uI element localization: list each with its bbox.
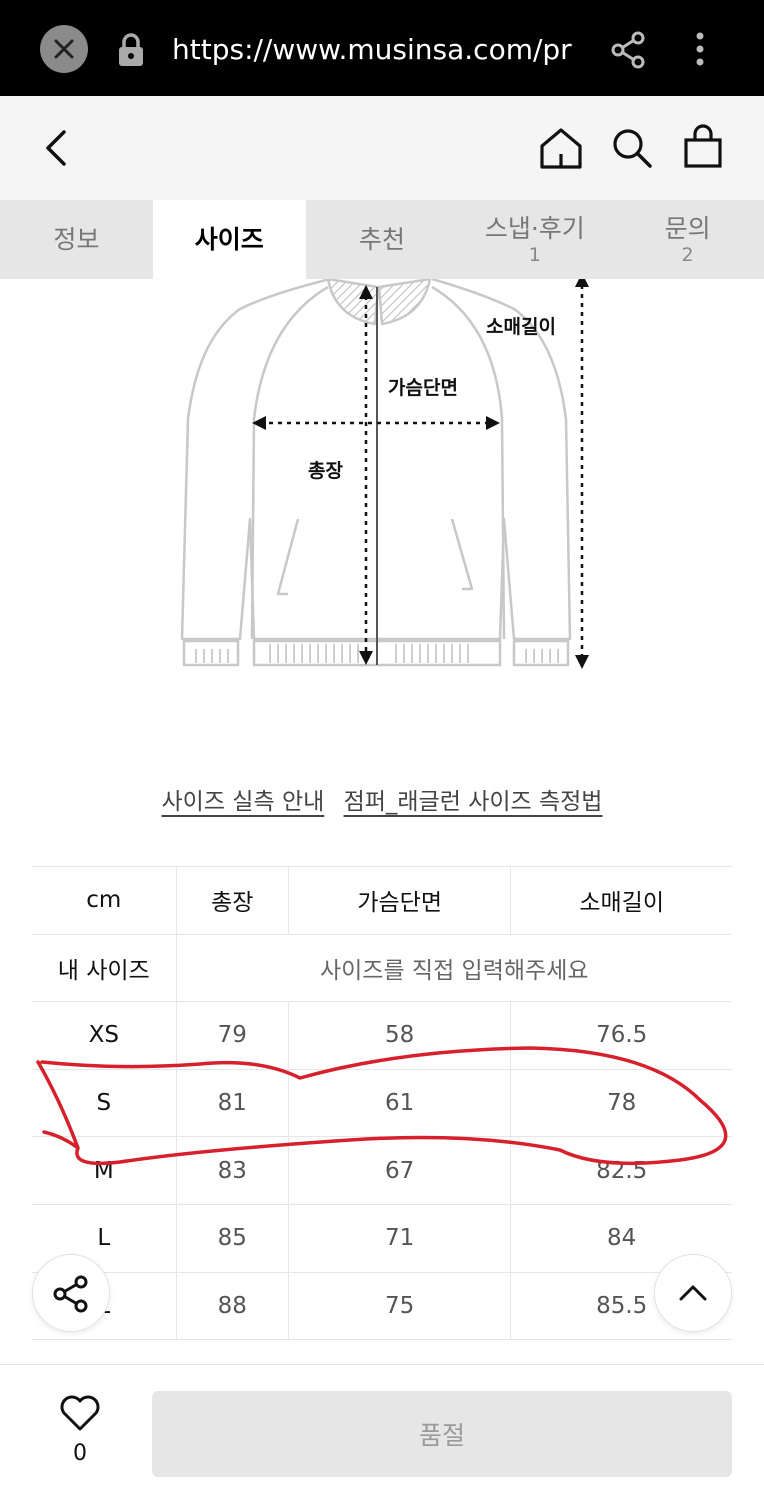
value-cell: 58 (287, 1001, 511, 1070)
size-guide-link[interactable]: 사이즈 실측 안내 (162, 789, 325, 815)
value-cell: 75 (287, 1271, 511, 1341)
tab-label: 문의 (664, 213, 711, 243)
chest-width-label: 가슴단면 (388, 377, 458, 399)
heart-icon (60, 1395, 100, 1431)
value-cell: 76.5 (510, 1001, 732, 1070)
like-count: 0 (73, 1441, 87, 1466)
url-text[interactable]: https://www.musinsa.com/pr (172, 28, 580, 72)
size-guide-links: 사이즈 실측 안내 점퍼_래글런 사이즈 측정법 (0, 782, 764, 816)
measure-method-link[interactable]: 점퍼_래글런 사이즈 측정법 (344, 789, 603, 815)
tab-label: 정보 (53, 224, 100, 254)
tab-label: 사이즈 (194, 224, 264, 254)
sleeve-length-label: 소매길이 (486, 316, 556, 338)
product-tabs: 정보 사이즈 추천 스냅·후기 1 문의 2 (0, 200, 764, 279)
bottom-action-bar: 0 품절 (0, 1364, 764, 1500)
share-icon[interactable] (610, 30, 646, 70)
lock-icon (119, 33, 143, 66)
value-cell: 71 (287, 1203, 511, 1273)
value-cell: 61 (287, 1068, 511, 1137)
table-row: L 85 71 84 (32, 1203, 732, 1273)
size-cell: S (32, 1068, 176, 1137)
tab-count: 2 (681, 243, 694, 266)
table-header-row: cm 총장 가슴단면 소매길이 (32, 866, 732, 935)
table-header: 총장 (175, 866, 289, 935)
my-size-input[interactable]: 사이즈를 직접 입력해주세요 (175, 933, 732, 1002)
soldout-button[interactable]: 품절 (152, 1391, 732, 1477)
table-row: XS 79 58 76.5 (32, 1001, 732, 1070)
close-icon (54, 39, 74, 59)
tab-size[interactable]: 사이즈 (152, 200, 306, 279)
tab-label: 스냅·후기 (484, 213, 585, 243)
size-table: cm 총장 가슴단면 소매길이 내 사이즈 사이즈를 직접 입력해주세요 XS … (32, 866, 732, 1341)
tab-snap-review[interactable]: 스냅·후기 1 (458, 200, 611, 279)
total-length-label: 총장 (308, 460, 343, 482)
value-cell: 82.5 (510, 1136, 732, 1205)
app-header (0, 96, 764, 200)
tab-recommend[interactable]: 추천 (306, 200, 459, 279)
value-cell: 78 (510, 1068, 732, 1137)
more-options-icon[interactable] (690, 30, 710, 70)
browser-url-bar: https://www.musinsa.com/pr (0, 0, 764, 96)
table-header: 가슴단면 (287, 866, 511, 935)
value-cell: 88 (175, 1271, 289, 1341)
tab-info[interactable]: 정보 (0, 200, 153, 279)
back-arrow-icon[interactable] (40, 126, 74, 170)
tab-inquiry[interactable]: 문의 2 (611, 200, 764, 279)
table-header: cm (32, 866, 176, 935)
tab-count: 1 (528, 243, 541, 266)
table-row: M 83 67 82.5 (32, 1136, 732, 1205)
scroll-top-button[interactable] (654, 1254, 732, 1332)
share-floating-button[interactable] (32, 1254, 110, 1332)
my-size-row: 내 사이즈 사이즈를 직접 입력해주세요 (32, 933, 732, 1002)
tab-label: 추천 (358, 224, 405, 254)
my-size-label: 내 사이즈 (32, 933, 176, 1002)
size-cell: M (32, 1136, 176, 1205)
table-header: 소매길이 (510, 866, 732, 935)
value-cell: 81 (175, 1068, 289, 1137)
jacket-size-diagram: 소매길이 가슴단면 총장 (180, 279, 589, 669)
value-cell: 79 (175, 1001, 289, 1070)
close-tab-button[interactable] (40, 25, 88, 73)
search-icon[interactable] (610, 126, 654, 170)
table-row: L 88 75 85.5 (32, 1271, 732, 1341)
value-cell: 85 (175, 1203, 289, 1273)
value-cell: 67 (287, 1136, 511, 1205)
size-cell: XS (32, 1001, 176, 1070)
like-button[interactable]: 0 (50, 1393, 110, 1466)
home-icon[interactable] (538, 126, 584, 170)
chevron-up-icon (679, 1285, 707, 1301)
share-icon (53, 1275, 88, 1313)
value-cell: 83 (175, 1136, 289, 1205)
table-row: S 81 61 78 (32, 1068, 732, 1137)
shopping-bag-icon[interactable] (682, 124, 724, 170)
